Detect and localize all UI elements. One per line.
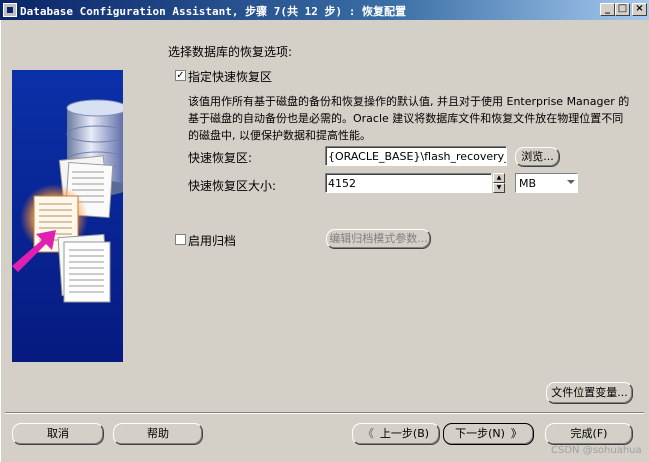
finish-button[interactable]: 完成(F) (545, 423, 633, 445)
file-location-variables-button[interactable]: 文件位置变量... (546, 382, 633, 404)
cancel-button[interactable]: 取消 (12, 423, 104, 445)
app-icon (3, 3, 17, 17)
recovery-size-label: 快速恢复区大小: (188, 179, 277, 193)
database-recovery-illustration (12, 99, 123, 303)
recovery-options-heading: 选择数据库的恢复选项: (168, 45, 293, 59)
footer-separator (5, 412, 644, 414)
window-title: Database Configuration Assistant, 步骤 7(共… (20, 5, 407, 18)
minimize-button[interactable]: _ (600, 3, 615, 16)
enable-archive-checkbox[interactable] (175, 234, 186, 245)
wizard-illustration (12, 70, 123, 362)
help-button[interactable]: 帮助 (113, 423, 203, 445)
recovery-area-input[interactable]: {ORACLE_BASE}\flash_recovery_area (325, 146, 507, 166)
window-edge (0, 20, 1, 462)
maximize-button[interactable]: □ (615, 3, 630, 16)
browse-button[interactable]: 浏览... (515, 147, 560, 167)
recovery-size-input[interactable]: 4152 (325, 173, 492, 193)
recovery-description: 该值用作所有基于磁盘的备份和恢复操作的默认值, 并且对于使用 Enterpris… (188, 95, 630, 142)
recovery-area-label: 快速恢复区: (188, 151, 253, 165)
recovery-size-spinner[interactable]: ▲ ▼ (493, 173, 505, 193)
chevron-down-icon (567, 180, 575, 184)
close-button[interactable]: × (632, 3, 647, 16)
backup-document-icon (57, 233, 111, 303)
back-button[interactable]: 《上一步(B) (352, 423, 440, 445)
watermark: CSDN @sohuahua (551, 445, 642, 456)
title-bar[interactable]: Database Configuration Assistant, 步骤 7(共… (0, 0, 649, 20)
next-button-label: 下一步(N) (455, 427, 505, 440)
spin-up-icon[interactable]: ▲ (493, 173, 505, 183)
back-arrow-icon: 《 (362, 427, 374, 440)
next-arrow-icon: 》 (510, 427, 522, 440)
quick-recovery-label[interactable]: 指定快速恢复区 (188, 68, 272, 85)
quick-recovery-checkbox[interactable]: ✓ (175, 70, 186, 81)
next-button[interactable]: 下一步(N) 》 (443, 423, 534, 445)
back-button-label: 上一步(B) (379, 427, 430, 440)
size-unit-value: MB (519, 177, 537, 190)
enable-archive-label[interactable]: 启用归档 (188, 232, 236, 249)
size-unit-select[interactable]: MB (515, 173, 578, 193)
spin-down-icon[interactable]: ▼ (493, 183, 505, 193)
edit-archive-params-button[interactable]: 编辑归档模式参数... (326, 229, 431, 249)
